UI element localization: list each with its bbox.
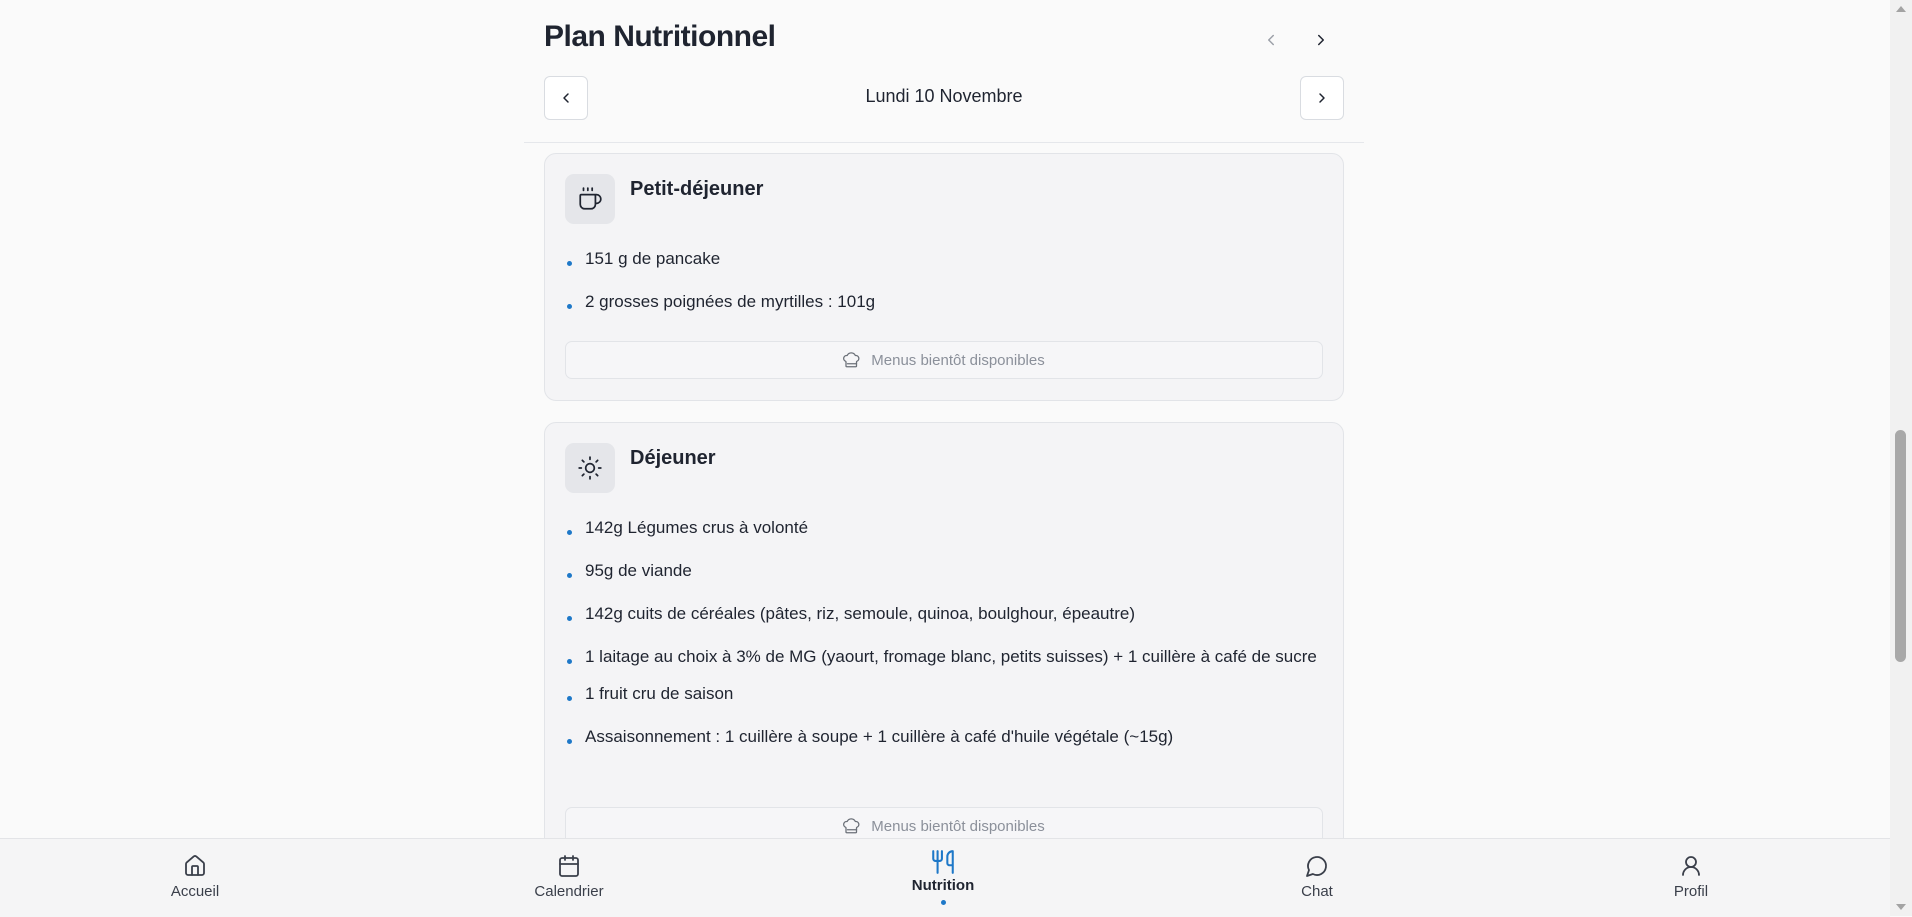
chef-hat-icon bbox=[843, 352, 860, 368]
nav-item-chat[interactable]: Chat bbox=[1237, 839, 1397, 917]
nav-label: Accueil bbox=[170, 883, 220, 900]
current-date: Lundi 10 Novembre bbox=[865, 86, 1023, 106]
menus-coming-soon-button[interactable]: Menus bientôt disponibles bbox=[565, 807, 1323, 838]
bullet bbox=[567, 304, 572, 309]
nutrition-page: Plan Nutritionnel Lundi 10 Novembre Peti… bbox=[0, 0, 1890, 838]
list-item: 142g Légumes crus à volonté bbox=[565, 513, 1323, 542]
bullet bbox=[567, 573, 572, 578]
list-item: 95g de viande bbox=[565, 556, 1323, 585]
calendar-icon bbox=[556, 853, 582, 879]
nav-item-calendrier[interactable]: Calendrier bbox=[489, 839, 649, 917]
nav-item-nutrition[interactable]: Nutrition bbox=[863, 839, 1023, 917]
item-text: 1 fruit cru de saison bbox=[585, 684, 734, 703]
item-text: 142g Légumes crus à volonté bbox=[585, 518, 809, 537]
nav-label: Nutrition bbox=[911, 877, 975, 894]
nav-label: Chat bbox=[1301, 883, 1333, 900]
item-text: 2 grosses poignées de myrtilles : 101g bbox=[585, 292, 876, 311]
home-icon bbox=[182, 853, 208, 879]
list-item: 151 g de pancake bbox=[565, 244, 1323, 273]
meal-card-lunch: Déjeuner 142g Légumes crus à volonté 95g… bbox=[544, 422, 1344, 838]
chevron-right-icon bbox=[1318, 34, 1324, 46]
previous-day-button[interactable] bbox=[544, 76, 588, 120]
list-item: 1 fruit cru de saison bbox=[565, 679, 1323, 708]
meal-title: Déjeuner bbox=[630, 447, 716, 469]
bullet bbox=[567, 616, 572, 621]
active-indicator bbox=[940, 900, 946, 905]
list-item: Assaisonnement : 1 cuillère à soupe + 1 … bbox=[565, 722, 1323, 751]
item-text: 151 g de pancake bbox=[585, 249, 721, 268]
utensils-icon bbox=[930, 849, 956, 875]
page-header: Plan Nutritionnel Lundi 10 Novembre bbox=[524, 0, 1364, 143]
nav-label: Calendrier bbox=[534, 883, 604, 900]
bottom-navigation: Accueil Calendrier Nutrition Chat Profil bbox=[0, 838, 1890, 917]
list-item: 142g cuits de céréales (pâtes, riz, semo… bbox=[565, 599, 1323, 628]
bullet bbox=[567, 530, 572, 535]
page-scrollbar[interactable] bbox=[1890, 0, 1912, 916]
list-item: 1 laitage au choix à 3% de MG (yaourt, f… bbox=[565, 642, 1323, 671]
menus-label: Menus bientôt disponibles bbox=[871, 351, 1045, 369]
meal-title: Petit-déjeuner bbox=[630, 178, 764, 200]
chef-hat-icon bbox=[843, 818, 860, 834]
coffee-cup-icon bbox=[565, 174, 615, 224]
sun-icon bbox=[565, 443, 615, 493]
chat-bubble-icon bbox=[1304, 853, 1330, 879]
meal-items: 151 g de pancake 2 grosses poignées de m… bbox=[565, 244, 1323, 330]
chevron-left-icon bbox=[1268, 34, 1274, 46]
page-title: Plan Nutritionnel bbox=[544, 20, 776, 53]
scroll-up-arrow-icon[interactable] bbox=[1896, 6, 1906, 12]
bullet bbox=[567, 696, 572, 701]
item-text: 142g cuits de céréales (pâtes, riz, semo… bbox=[585, 604, 1136, 623]
meal-card-breakfast: Petit-déjeuner 151 g de pancake 2 grosse… bbox=[544, 153, 1344, 401]
nav-label: Profil bbox=[1673, 883, 1709, 900]
item-text: 1 laitage au choix à 3% de MG (yaourt, f… bbox=[585, 647, 1317, 666]
meal-items: 142g Légumes crus à volonté 95g de viand… bbox=[565, 513, 1323, 765]
chevron-left-icon bbox=[563, 93, 569, 103]
bullet bbox=[567, 659, 572, 664]
next-day-button[interactable] bbox=[1300, 76, 1344, 120]
item-text: 95g de viande bbox=[585, 561, 692, 580]
next-week-button[interactable] bbox=[1307, 26, 1335, 54]
chevron-right-icon bbox=[1319, 93, 1325, 103]
bullet bbox=[567, 739, 572, 744]
menus-label: Menus bientôt disponibles bbox=[871, 817, 1045, 835]
bullet bbox=[567, 261, 572, 266]
menus-coming-soon-button[interactable]: Menus bientôt disponibles bbox=[565, 341, 1323, 379]
item-text: Assaisonnement : 1 cuillère à soupe + 1 … bbox=[585, 727, 1174, 746]
list-item: 2 grosses poignées de myrtilles : 101g bbox=[565, 287, 1323, 316]
nav-item-accueil[interactable]: Accueil bbox=[115, 839, 275, 917]
scrollbar-thumb[interactable] bbox=[1895, 430, 1906, 662]
scroll-down-arrow-icon[interactable] bbox=[1896, 904, 1906, 910]
previous-week-button[interactable] bbox=[1257, 26, 1285, 54]
nav-item-profil[interactable]: Profil bbox=[1611, 839, 1771, 917]
user-icon bbox=[1678, 853, 1704, 879]
